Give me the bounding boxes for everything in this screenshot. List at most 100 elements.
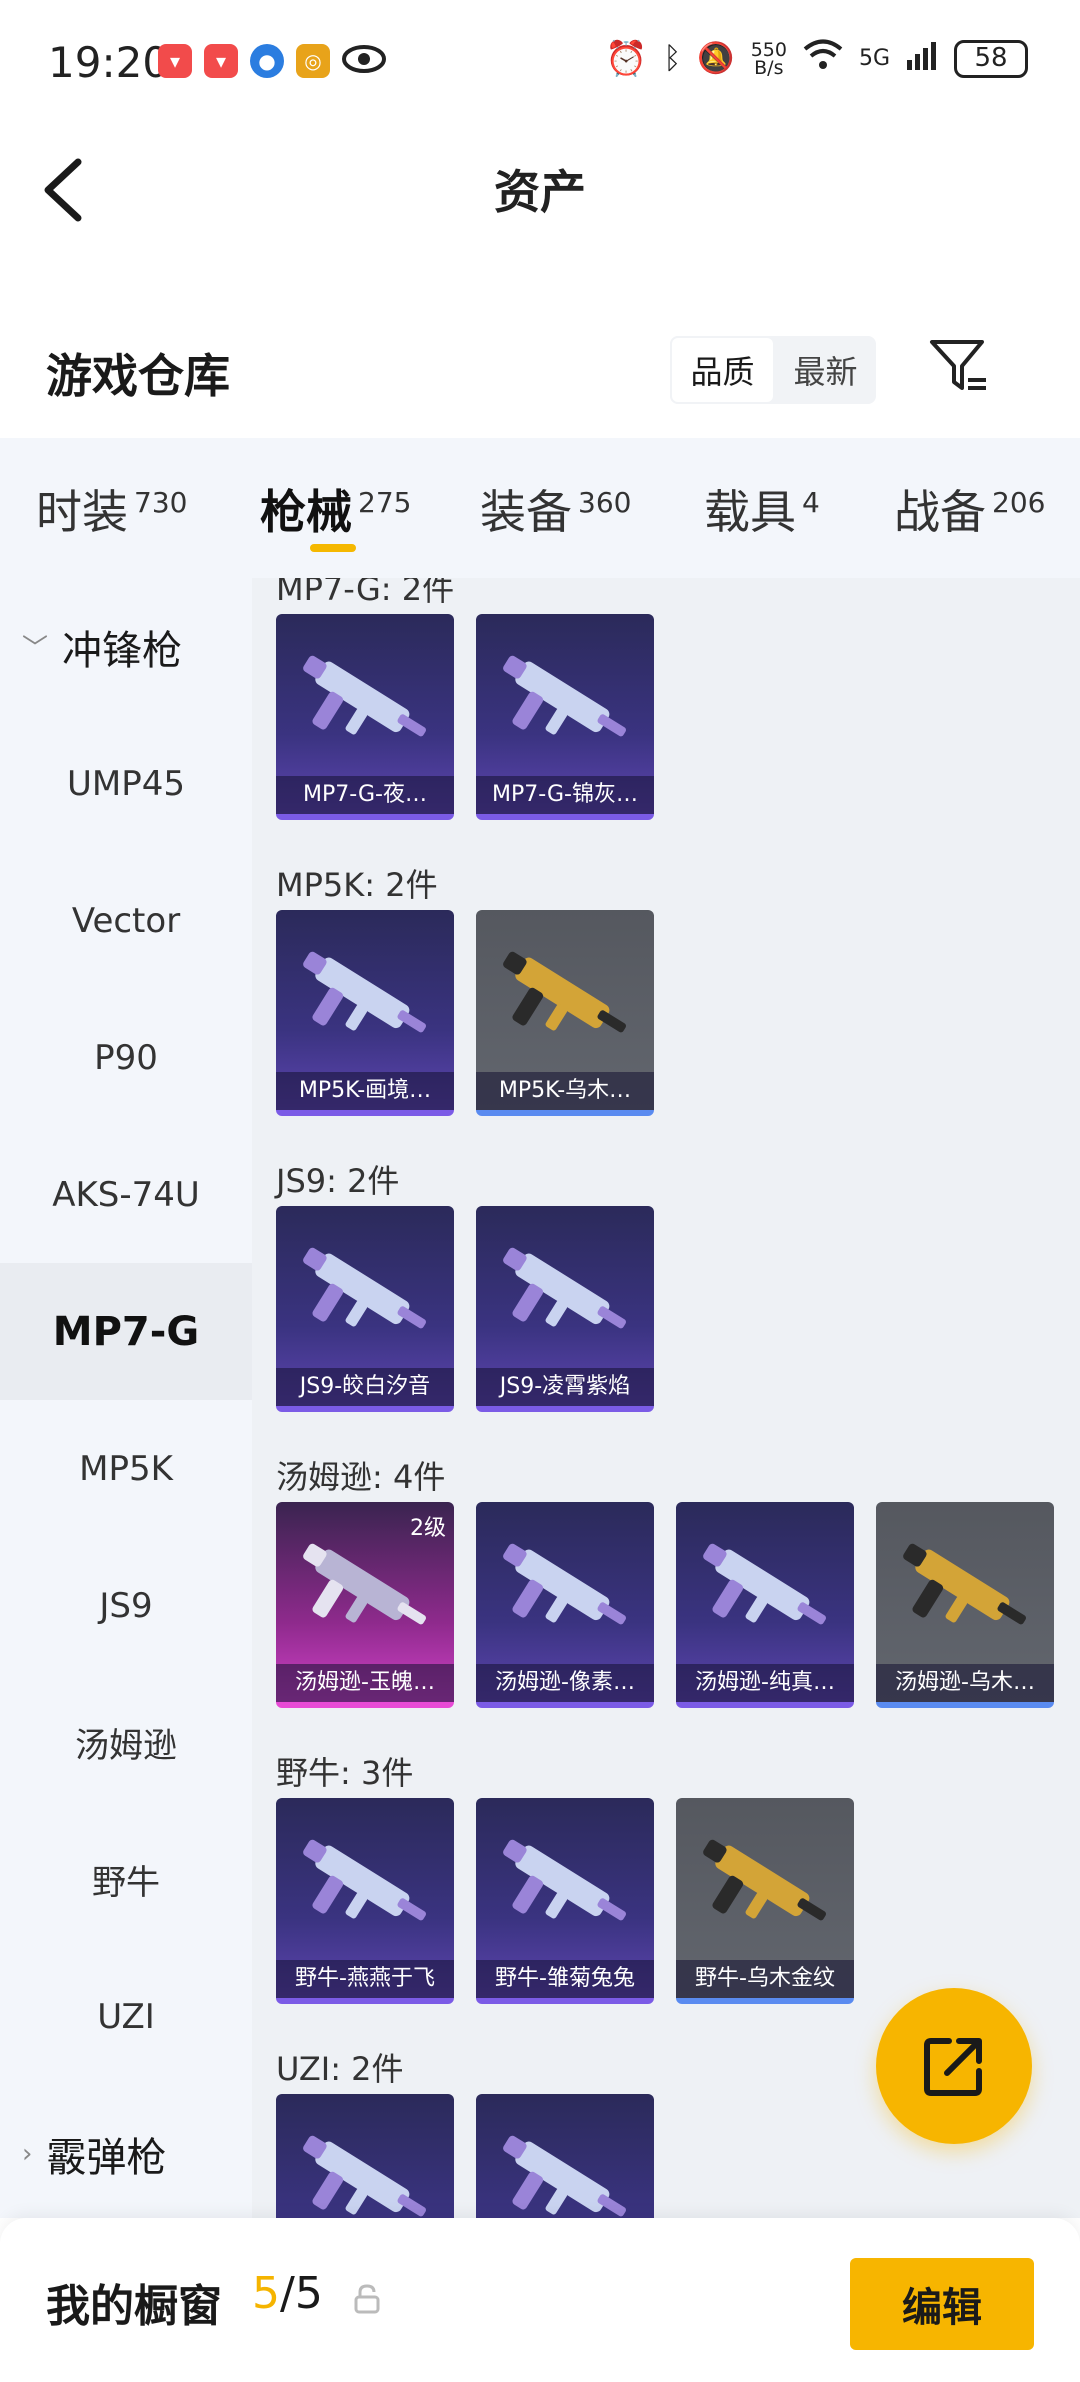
skin-name: MP5K-画境… <box>276 1072 454 1110</box>
weapon-skin-image <box>303 1839 426 1921</box>
tab-fashion[interactable]: 时装 730 <box>36 476 187 542</box>
weapon-skin-image <box>303 1247 426 1329</box>
skin-name: JS9-皎白汐音 <box>276 1368 454 1406</box>
group-label: 野牛: 3件 <box>276 1754 414 1792</box>
showcase-label: 我的橱窗 <box>46 2281 222 2332</box>
weapon-skin-grid: MP7-G: 2件 MP7-G-夜… MP7-G-锦灰… MP5K: 2件 MP5K-画… <box>252 578 1080 2218</box>
skin-card[interactable] <box>476 2094 654 2218</box>
skin-card[interactable]: JS9-凌霄紫焰 <box>476 1206 654 1412</box>
warehouse-title: 游戏仓库 <box>46 349 230 403</box>
tab-supplies[interactable]: 战备 206 <box>894 476 1045 542</box>
showcase-bar: 我的橱窗 5/5 编辑 <box>0 2218 1080 2382</box>
weapon-skin-image <box>503 951 626 1033</box>
category-tabs: 时装 730 枪械 275 装备 360 载具 4 战备 206 <box>0 438 1080 578</box>
sort-by-newest-button[interactable]: 最新 <box>775 336 876 404</box>
skin-card[interactable]: 2级汤姆逊-玉魄… <box>276 1502 454 1708</box>
skin-level-badge: 2级 <box>410 1516 446 1541</box>
skin-card[interactable] <box>276 2094 454 2218</box>
group-label: MP7-G: 2件 <box>276 578 455 608</box>
skin-name: JS9-凌霄紫焰 <box>476 1368 654 1406</box>
weapon-skin-image <box>703 1839 826 1921</box>
status-bar: 19:20 ▾ ▾ ● ◎ ⏰ ᛒ 🔕 550 B/s 5G 58 <box>0 0 1080 125</box>
skin-card[interactable]: MP5K-乌木… <box>476 910 654 1116</box>
skin-name: 汤姆逊-像素… <box>476 1664 654 1702</box>
eye-icon <box>342 44 386 78</box>
sidebar-item-thompson[interactable]: 汤姆逊 <box>0 1674 252 1811</box>
globe-app-icon: ● <box>250 44 284 78</box>
filter-icon <box>930 340 986 390</box>
status-time: 19:20 <box>48 38 170 87</box>
sidebar-item-bizon[interactable]: 野牛 <box>0 1811 252 1948</box>
sort-by-quality-button[interactable]: 品质 <box>670 336 775 404</box>
sidebar-group-smg[interactable]: ﹀ 冲锋枪 <box>0 578 252 715</box>
skin-card[interactable]: 野牛-燕燕于飞 <box>276 1798 454 2004</box>
mute-icon: 🔕 <box>697 41 735 76</box>
sidebar-item-p90[interactable]: P90 <box>0 989 252 1126</box>
tab-vehicles[interactable]: 载具 4 <box>704 476 820 542</box>
share-icon <box>924 2038 982 2096</box>
weapon-skin-image <box>703 1543 826 1625</box>
sidebar-item-aks74u[interactable]: AKS-74U <box>0 1126 252 1263</box>
skin-name: MP7-G-锦灰… <box>476 776 654 814</box>
edit-showcase-button[interactable]: 编辑 <box>850 2258 1034 2350</box>
lock-icon <box>354 2284 380 2314</box>
tab-equipment[interactable]: 装备 360 <box>480 476 631 542</box>
skin-name: 汤姆逊-乌木… <box>876 1664 1054 1702</box>
skin-name: 野牛-乌木金纹 <box>676 1960 854 1998</box>
weapon-skin-image <box>303 655 426 737</box>
showcase-count: 5/5 <box>252 2268 323 2319</box>
sidebar-item-vector[interactable]: Vector <box>0 852 252 989</box>
weapon-skin-image <box>503 1839 626 1921</box>
sidebar-item-ump45[interactable]: UMP45 <box>0 715 252 852</box>
sort-toggle: 品质 最新 <box>670 336 876 404</box>
weapon-skin-image <box>503 1543 626 1625</box>
filter-button[interactable] <box>928 336 990 398</box>
skin-card[interactable]: 野牛-雏菊兔兔 <box>476 1798 654 2004</box>
skin-name: 汤姆逊-纯真… <box>676 1664 854 1702</box>
skin-card[interactable]: 汤姆逊-纯真… <box>676 1502 854 1708</box>
battery-indicator: 58 <box>954 39 1028 78</box>
signal-icon <box>906 39 938 79</box>
skin-card[interactable]: MP5K-画境… <box>276 910 454 1116</box>
red-app-icon: ▾ <box>204 44 238 78</box>
skin-name: 汤姆逊-玉魄… <box>276 1664 454 1702</box>
network-type: 5G <box>858 46 890 71</box>
group-label: JS9: 2件 <box>276 1162 400 1200</box>
weapon-skin-image <box>503 655 626 737</box>
alarm-icon: ⏰ <box>604 38 648 79</box>
skin-card[interactable]: 汤姆逊-乌木… <box>876 1502 1054 1708</box>
page-title: 资产 <box>494 165 586 219</box>
chevron-down-icon: ﹀ <box>22 634 49 664</box>
red-app-icon: ▾ <box>158 44 192 78</box>
skin-name: 野牛-燕燕于飞 <box>276 1960 454 1998</box>
sidebar-item-uzi[interactable]: UZI <box>0 1948 252 2085</box>
wifi-icon <box>803 38 843 79</box>
bluetooth-icon: ᛒ <box>663 41 682 76</box>
weapon-skin-image <box>303 951 426 1033</box>
system-icons: ⏰ ᛒ 🔕 550 B/s 5G 58 <box>605 38 1028 79</box>
orange-app-icon: ◎ <box>296 44 330 78</box>
sidebar-item-mp7g[interactable]: MP7-G <box>0 1263 252 1400</box>
skin-name: MP7-G-夜… <box>276 776 454 814</box>
skin-card[interactable]: MP7-G-锦灰… <box>476 614 654 820</box>
tab-firearms[interactable]: 枪械 275 <box>260 476 411 542</box>
group-label: UZI: 2件 <box>276 2050 404 2088</box>
weapon-skin-image <box>503 2135 626 2217</box>
skin-card[interactable]: JS9-皎白汐音 <box>276 1206 454 1412</box>
weapon-type-sidebar: ﹀ 冲锋枪 UMP45 Vector P90 AKS-74U MP7-G MP5K… <box>0 578 252 2218</box>
chevron-right-icon: › <box>22 2138 33 2169</box>
net-speed: 550 B/s <box>750 38 787 79</box>
group-label: MP5K: 2件 <box>276 866 438 904</box>
weapon-skin-image <box>503 1247 626 1329</box>
skin-name: 野牛-雏菊兔兔 <box>476 1960 654 1998</box>
skin-card[interactable]: MP7-G-夜… <box>276 614 454 820</box>
weapon-skin-image <box>303 2135 426 2217</box>
sidebar-item-mp5k[interactable]: MP5K <box>0 1400 252 1537</box>
skin-card[interactable]: 汤姆逊-像素… <box>476 1502 654 1708</box>
sidebar-group-shotgun[interactable]: › 霰弹枪 <box>0 2085 252 2222</box>
sidebar-item-js9[interactable]: JS9 <box>0 1537 252 1674</box>
skin-card[interactable]: 野牛-乌木金纹 <box>676 1798 854 2004</box>
active-tab-indicator <box>310 544 356 552</box>
share-button[interactable] <box>876 1988 1032 2144</box>
skin-name: MP5K-乌木… <box>476 1072 654 1110</box>
